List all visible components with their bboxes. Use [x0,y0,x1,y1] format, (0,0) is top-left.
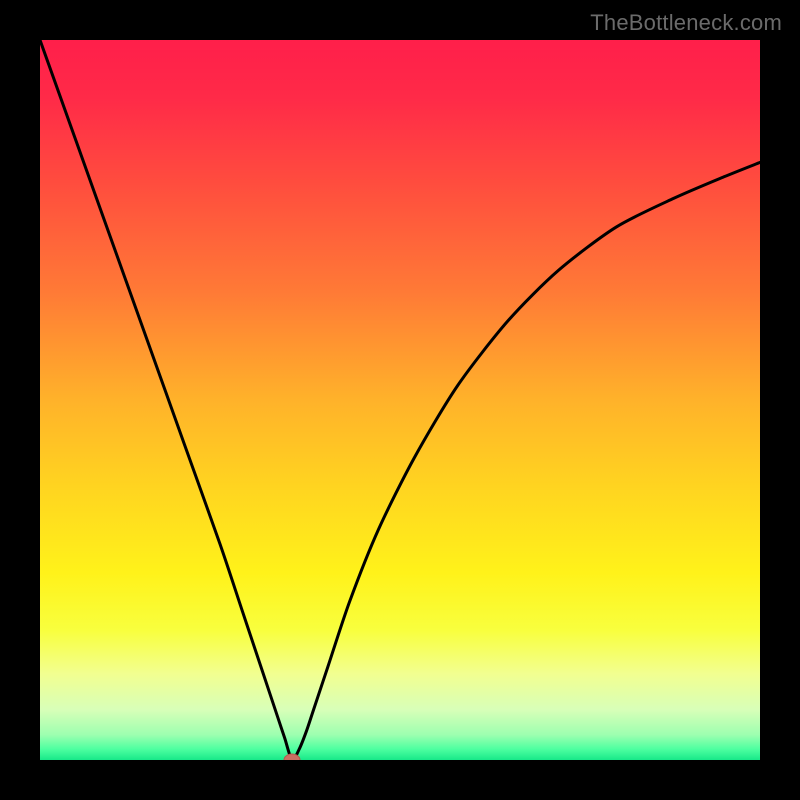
plot-area [40,40,760,760]
chart-frame: TheBottleneck.com [0,0,800,800]
watermark-text: TheBottleneck.com [590,10,782,36]
chart-svg [40,40,760,760]
gradient-background [40,40,760,760]
